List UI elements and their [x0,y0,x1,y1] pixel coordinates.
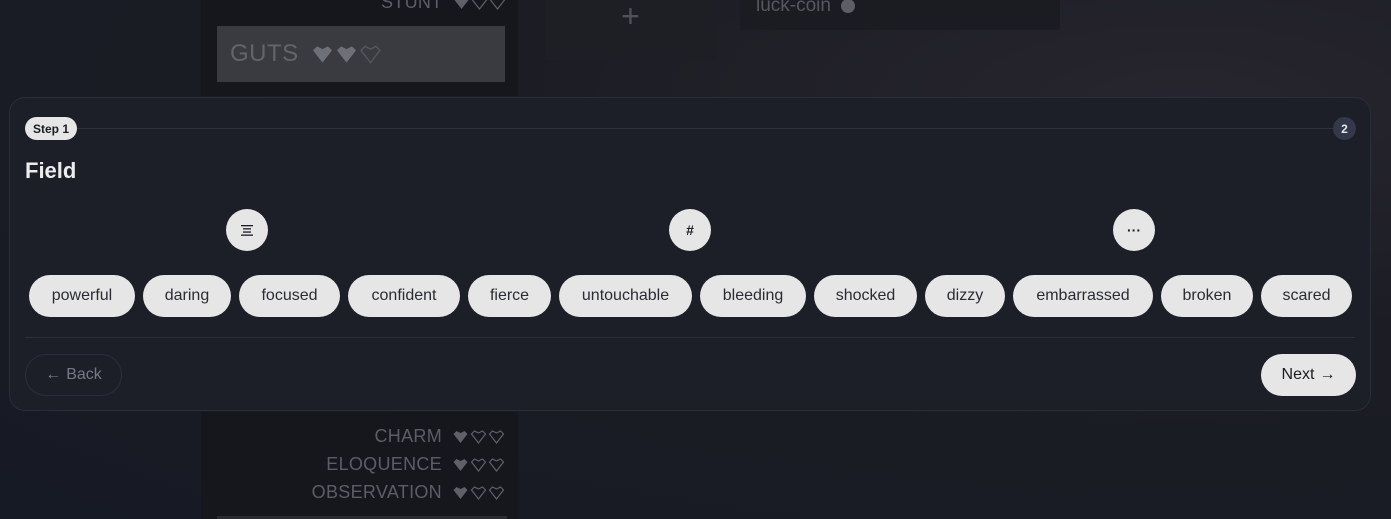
heart-filled-icon [454,0,468,9]
next-label: Next [1281,366,1315,383]
chip-embarrassed[interactable]: embarrassed [1013,275,1153,317]
rating-hearts [452,457,505,472]
chip-untouchable[interactable]: untouchable [559,275,692,317]
add-card-button[interactable]: + [545,0,716,60]
step-badge-current: Step 1 [25,117,78,140]
chip-broken[interactable]: broken [1161,275,1253,317]
next-button[interactable]: Next → [1261,354,1356,396]
back-label: Back [66,366,102,383]
lines-icon-glyph [241,225,253,236]
stat-label: STUNT [381,0,443,12]
arrow-right-icon: → [1319,366,1336,383]
heart-filled-icon [453,458,468,471]
chip-daring[interactable]: daring [143,275,231,317]
stat-label: OBSERVATION [311,482,442,502]
chip-shocked[interactable]: shocked [814,275,917,317]
chip-dizzy[interactable]: dizzy [925,275,1005,317]
stat-label: ELOQUENCE [326,454,442,474]
arrow-left-icon: ← [45,366,62,383]
stat-row-stunt: STUNT [381,0,506,13]
field-picker-modal: Step 1 2 Field # ··· powerful daring foc… [9,97,1371,411]
chip-fierce[interactable]: fierce [468,275,551,317]
lines-icon[interactable] [226,209,268,251]
rating-hearts [453,0,506,10]
chip-bleeding[interactable]: bleeding [700,275,806,317]
stat-box-guts: GUTS [217,26,505,82]
chip-powerful[interactable]: powerful [29,275,135,317]
chip-focused[interactable]: focused [239,275,340,317]
modal-title: Field [25,158,77,183]
guts-label: GUTS [230,40,299,67]
stat-row-charm: CHARM [375,426,506,447]
hash-icon[interactable]: # [669,209,711,251]
heart-filled-icon [336,45,356,63]
coin-label: luck-coin [756,0,831,16]
heart-empty-icon [359,45,381,64]
heart-filled-icon [453,486,468,499]
heart-empty-icon [471,0,487,10]
chip-scared[interactable]: scared [1261,275,1352,317]
footer-divider [25,337,1355,338]
heart-empty-icon [488,429,505,444]
more-icon[interactable]: ··· [1113,209,1155,251]
stat-label: CHARM [374,426,442,446]
rating-hearts [311,45,382,64]
chip-confident[interactable]: confident [348,275,460,317]
stat-row-eloquence: ELOQUENCE [326,454,505,475]
luck-coin-card: luck-coin [740,0,1060,30]
heart-empty-icon [489,0,505,10]
plus-icon: + [621,0,640,34]
heart-empty-icon [470,485,487,500]
heart-filled-icon [312,45,332,63]
rating-hearts [452,429,505,444]
heart-empty-icon [488,457,505,472]
heart-empty-icon [470,429,487,444]
heart-empty-icon [470,457,487,472]
stepper-track [50,128,1340,129]
stat-row-observation: OBSERVATION [312,482,505,503]
heart-empty-icon [488,485,505,500]
coin-icon [840,0,855,13]
back-button[interactable]: ← Back [25,354,122,396]
heart-filled-icon [453,430,468,443]
step-badge-next[interactable]: 2 [1333,117,1356,140]
rating-hearts [452,485,505,500]
